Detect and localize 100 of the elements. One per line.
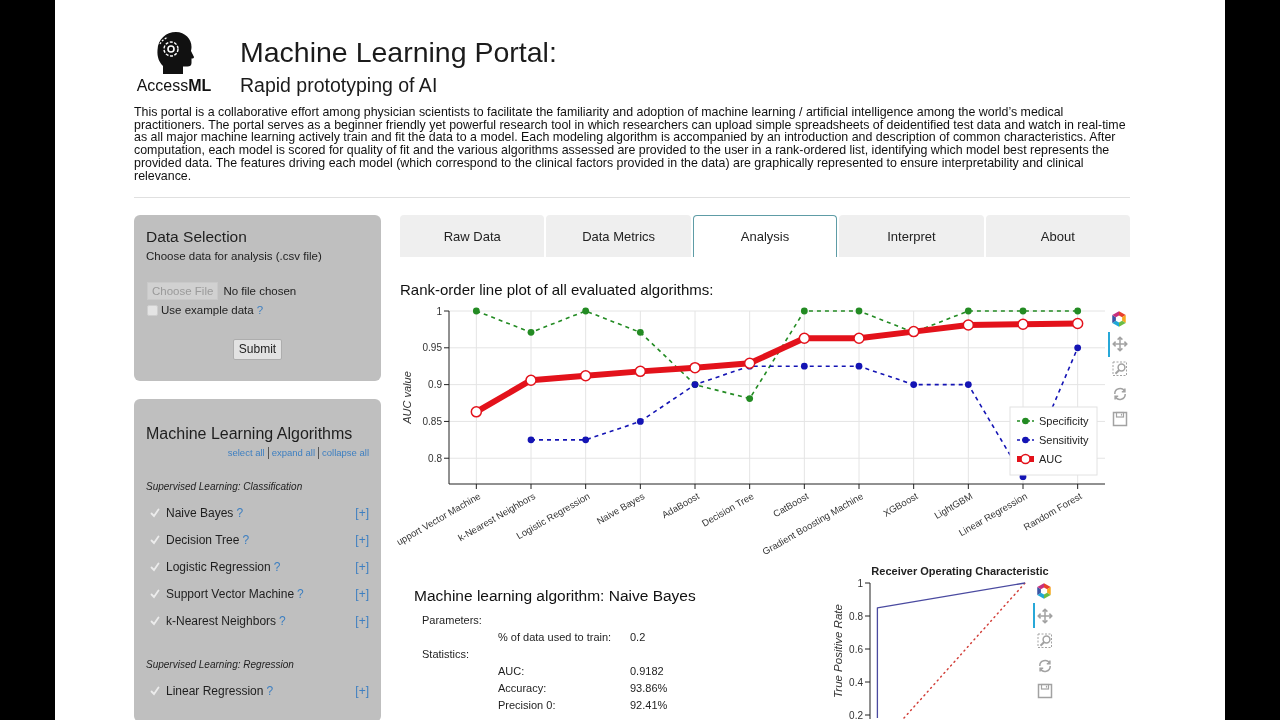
expand-link[interactable]: [+] xyxy=(355,504,369,523)
four-way-arrow-icon xyxy=(1037,607,1053,624)
data-point xyxy=(582,307,590,315)
legend-label: AUC xyxy=(1039,453,1063,466)
data-point xyxy=(1071,318,1084,330)
action-link[interactable]: select all xyxy=(227,447,265,460)
algorithm-label: Support Vector Machine xyxy=(166,586,295,604)
algorithm-label: Naive Bayes xyxy=(166,505,234,523)
stat-value: 0.2 xyxy=(630,629,646,645)
checkbox[interactable] xyxy=(147,304,158,316)
data-point xyxy=(855,363,863,370)
data-point xyxy=(1019,307,1027,315)
help-link[interactable]: ? xyxy=(256,301,264,319)
help-link[interactable]: ? xyxy=(242,531,250,550)
data-point xyxy=(472,307,480,315)
tab[interactable]: Raw Data xyxy=(400,215,545,258)
stat-label: AUC: xyxy=(498,663,526,679)
data-point xyxy=(1074,344,1082,352)
tick-label: 1 xyxy=(436,305,442,317)
data-point xyxy=(800,363,808,370)
data-point xyxy=(689,362,701,374)
group-heading: Supervised Learning: Classification xyxy=(146,480,304,494)
help-link[interactable]: ? xyxy=(236,504,244,523)
data-point xyxy=(527,436,535,444)
stat-label: % of data used to train: xyxy=(498,629,613,645)
expand-link[interactable]: [+] xyxy=(355,531,369,550)
data-point xyxy=(855,307,863,315)
tick-label: 0.6 xyxy=(849,643,863,655)
data-point xyxy=(634,365,647,378)
stat-value: 92.41% xyxy=(630,697,668,713)
tab[interactable]: Data Metrics xyxy=(546,215,691,258)
data-point xyxy=(525,374,537,387)
action-link[interactable]: expand all xyxy=(267,447,315,460)
expand-link[interactable]: [+] xyxy=(355,681,369,700)
chart-title: Receiver Operating Characteristic xyxy=(871,565,1049,578)
dashed-line-dot-icon xyxy=(1016,436,1035,444)
stat-label: Precision 0: xyxy=(498,697,557,713)
circular-arrows-icon xyxy=(1112,386,1128,403)
action-link[interactable]: collapse all xyxy=(318,447,369,460)
tick-label: 0.4 xyxy=(849,676,863,688)
magnifier-box-icon xyxy=(1037,632,1053,649)
page-subtitle: Rapid prototyping of AI xyxy=(240,74,439,96)
help-link[interactable]: ? xyxy=(266,681,274,700)
data-point xyxy=(1017,318,1029,331)
data-point xyxy=(527,329,535,336)
magnifier-box-icon xyxy=(1112,361,1128,378)
page-title: Machine Learning Portal: xyxy=(240,36,557,68)
data-point xyxy=(579,370,592,382)
tick-label: 0.8 xyxy=(849,610,863,622)
axis-title: True Positive Rate xyxy=(832,604,844,699)
data-point xyxy=(964,381,972,389)
data-point xyxy=(743,357,756,370)
help-link[interactable]: ? xyxy=(297,585,304,604)
tab[interactable]: About xyxy=(985,215,1131,258)
chart-heading: Rank-order line plot of all evaluated algorithms: xyxy=(400,281,715,300)
file-status: No file chosen xyxy=(223,283,297,299)
circular-arrows-icon xyxy=(1037,657,1053,674)
logo-wordmark: AccessML xyxy=(136,77,212,95)
checkbox-label: Use example data xyxy=(161,302,254,318)
tick-label: 0.8 xyxy=(428,452,442,464)
section-title: Machine learning algorithm: Naive Bayes xyxy=(414,587,697,606)
tick-label: 0.85 xyxy=(422,416,442,428)
data-point xyxy=(746,395,754,403)
section-label: Parameters: xyxy=(422,612,483,628)
color-ring-icon[interactable] xyxy=(1111,311,1127,328)
expand-link[interactable]: [+] xyxy=(355,612,369,631)
algorithm-label: Decision Tree xyxy=(166,532,240,550)
data-point xyxy=(636,329,644,336)
help-link[interactable]: ? xyxy=(279,612,286,631)
tick-label: 0.95 xyxy=(422,342,442,354)
tab[interactable]: Interpret xyxy=(839,215,984,258)
data-point xyxy=(800,307,808,315)
tick-label: 1 xyxy=(857,577,863,589)
expand-link[interactable]: [+] xyxy=(355,585,369,604)
tab[interactable]: Analysis xyxy=(692,215,838,258)
section-label: Statistics: xyxy=(422,646,471,662)
data-point xyxy=(1074,307,1082,315)
data-point xyxy=(798,332,811,345)
four-way-arrow-icon xyxy=(1112,336,1128,353)
stat-value: 93.86% xyxy=(630,680,668,696)
color-ring-icon[interactable] xyxy=(1036,582,1052,599)
algorithm-label: k-Nearest Neighbors xyxy=(166,613,277,631)
stat-value: 0.9182 xyxy=(630,663,664,679)
line-ring-icon xyxy=(1017,453,1034,465)
data-point xyxy=(964,307,972,315)
help-link[interactable]: ? xyxy=(273,558,281,577)
data-point xyxy=(636,418,644,426)
intro-paragraph: This portal is a collaborative effort among physician scientists to facilitate the familiarity and adoption of machine learning / artificial intelligence among the world’s medical practitioners. The portal serves as a beginner friendly yet powerful research tool in which researchers can upload simple spreadsheets of deidentified test data and watch in real-time as all major machine learning actively train and fit the data to a model. Each modeling algorithm is accompanied by an introduction and description of common characteristics. After computation, each model is scored for quality of fit and the various algorithms assessed are provided to the user in a rank-ordered list, identifying which model best represents the provided data. The features driving each model (which correspond to the clinical factors provided in the data) are graphically represented to ensure interpretability and clinical relevance. xyxy=(134,106,1127,183)
data-point xyxy=(907,326,920,338)
panel-hint: Choose data for analysis (.csv file) xyxy=(146,249,323,264)
group-heading: Supervised Learning: Regression xyxy=(146,657,295,671)
data-point xyxy=(962,319,975,331)
expand-link[interactable]: [+] xyxy=(355,558,369,577)
data-point xyxy=(910,381,918,389)
data-point xyxy=(582,436,590,444)
submit-button[interactable]: Submit xyxy=(232,339,283,361)
dashed-line-dot-icon xyxy=(1016,417,1035,425)
tick-label: 0.2 xyxy=(849,709,863,720)
legend-label: Sensitivity xyxy=(1039,434,1089,447)
data-point xyxy=(470,406,483,418)
